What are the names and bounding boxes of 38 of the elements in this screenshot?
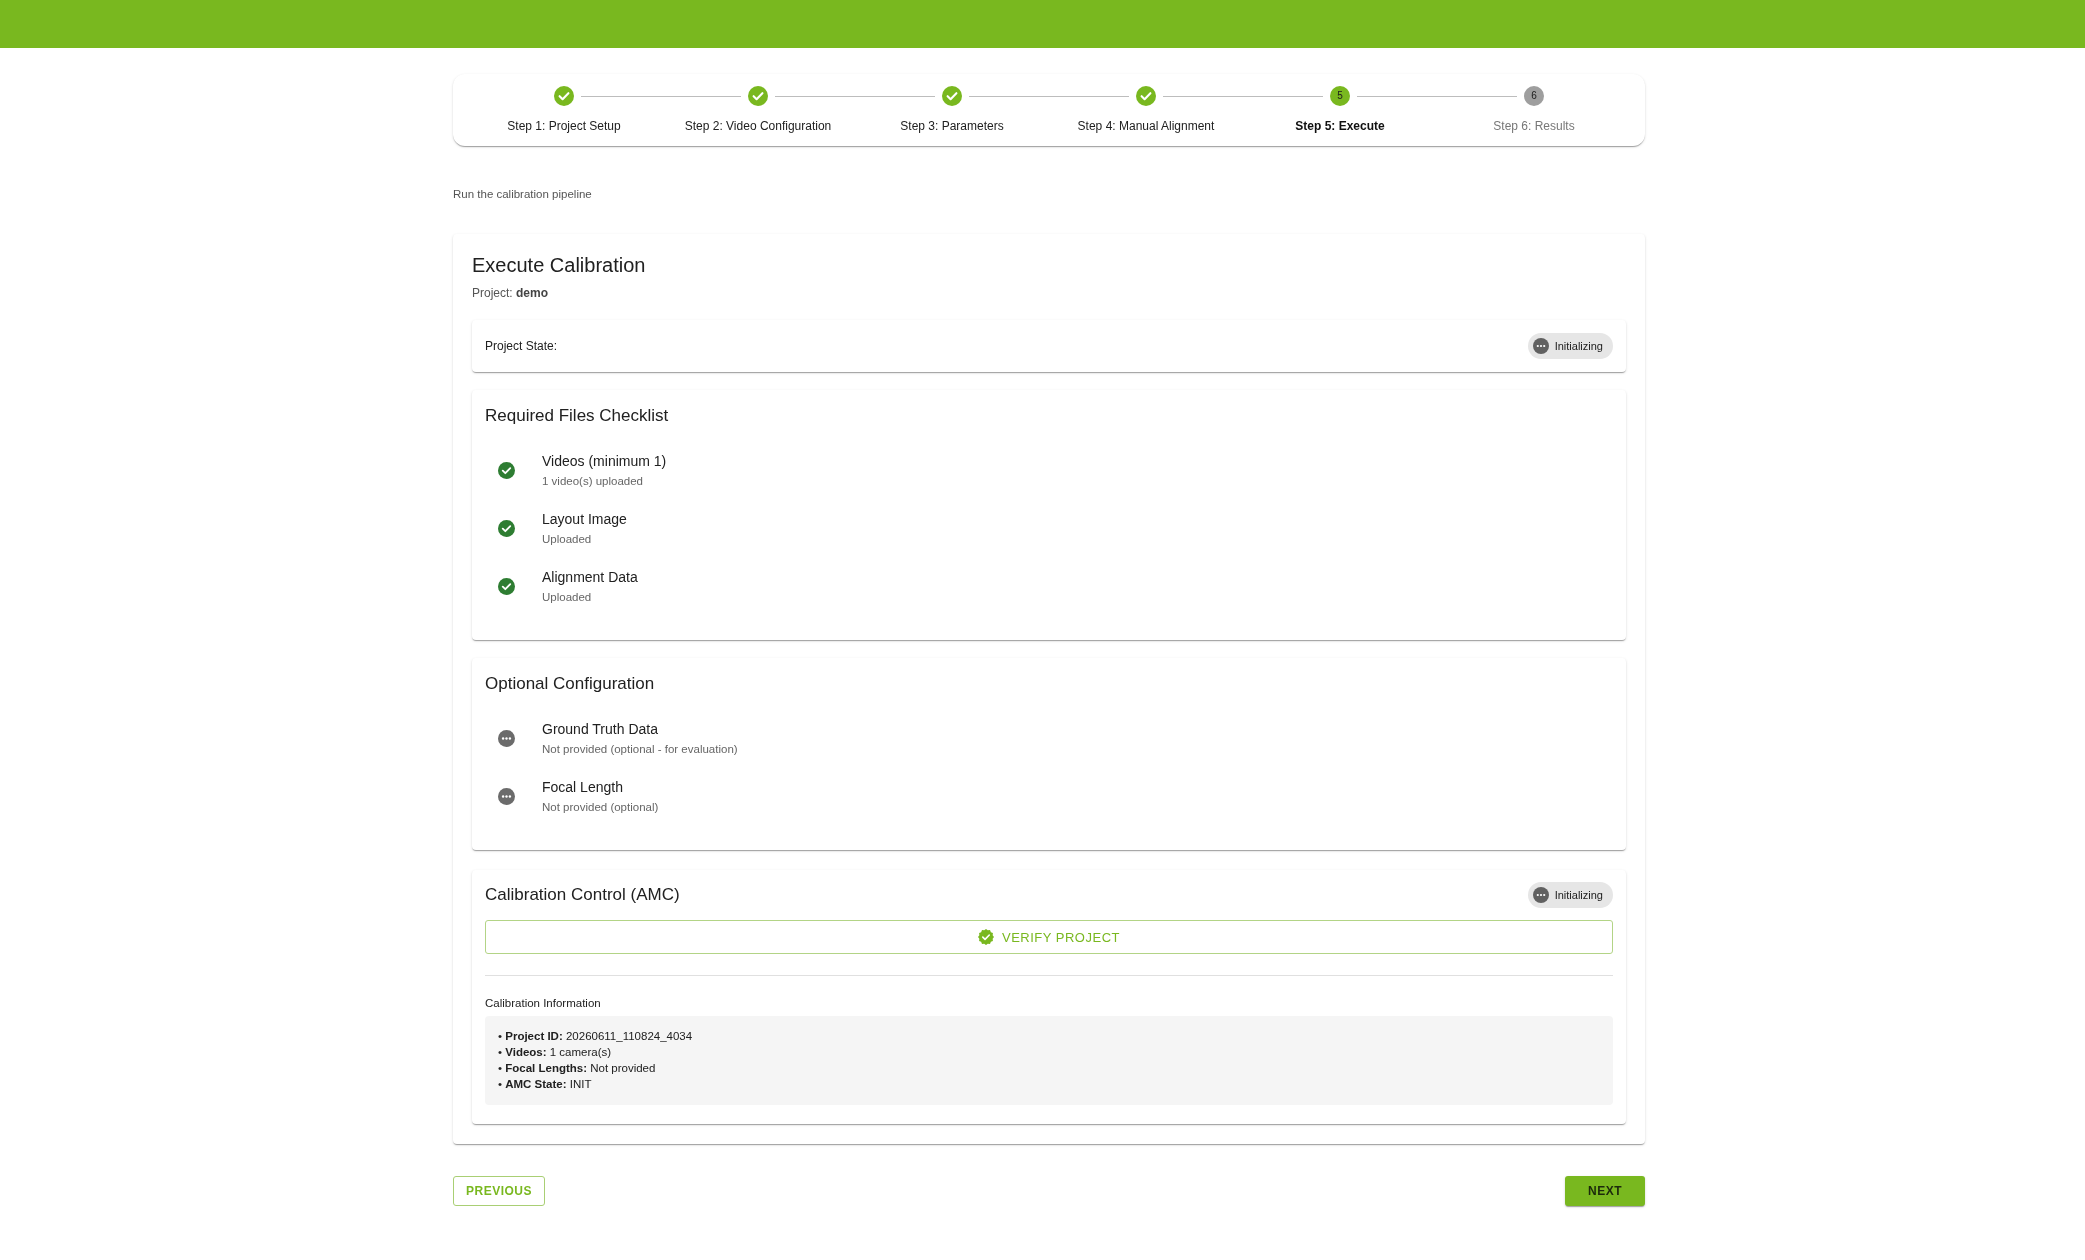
item-detail: 1 video(s) uploaded bbox=[542, 473, 643, 489]
page-subtitle: Run the calibration pipeline bbox=[453, 187, 592, 202]
item-name: Videos (minimum 1) bbox=[542, 451, 667, 471]
step-label: Step 3: Parameters bbox=[900, 118, 1004, 134]
verify-project-button[interactable]: VERIFY PROJECT bbox=[485, 920, 1613, 954]
previous-button[interactable]: PREVIOUS bbox=[453, 1176, 545, 1206]
item-detail: Uploaded bbox=[542, 589, 592, 605]
step-number: 6 bbox=[1524, 86, 1544, 106]
state-label: Project State: bbox=[485, 339, 558, 353]
item-name: Layout Image bbox=[542, 509, 627, 529]
chip-label: Initializing bbox=[1554, 889, 1603, 901]
more-dots-icon bbox=[1532, 887, 1549, 903]
info-line: • Focal Lengths: Not provided bbox=[498, 1061, 656, 1076]
item-detail: Uploaded bbox=[542, 531, 592, 547]
section-title: Optional Configuration bbox=[485, 673, 655, 695]
info-line: • AMC State: INIT bbox=[498, 1077, 592, 1092]
chip-label: Initializing bbox=[1554, 340, 1603, 352]
item-name: Focal Length bbox=[542, 777, 623, 797]
step-label: Step 1: Project Setup bbox=[507, 118, 621, 134]
item-detail: Not provided (optional) bbox=[542, 799, 659, 815]
step-label: Step 6: Results bbox=[1493, 118, 1575, 134]
item-name: Ground Truth Data bbox=[542, 719, 658, 739]
info-heading: Calibration Information bbox=[485, 996, 601, 1011]
card-title: Execute Calibration bbox=[472, 253, 646, 278]
item-detail: Not provided (optional - for evaluation) bbox=[542, 741, 738, 757]
item-name: Alignment Data bbox=[542, 567, 638, 587]
section-title: Calibration Control (AMC) bbox=[485, 884, 680, 906]
next-button[interactable]: NEXT bbox=[1565, 1176, 1645, 1206]
step-number: 5 bbox=[1330, 86, 1350, 106]
info-line: • Project ID: 20260611_110824_4034 bbox=[498, 1029, 693, 1044]
more-dots-icon bbox=[1532, 338, 1549, 354]
section-title: Required Files Checklist bbox=[485, 405, 669, 427]
step-label: Step 5: Execute bbox=[1295, 118, 1385, 134]
badge-check-icon bbox=[978, 929, 994, 945]
project-name-text: Project: demo bbox=[472, 285, 549, 301]
step-label: Step 4: Manual Alignment bbox=[1077, 118, 1215, 134]
info-line: • Videos: 1 camera(s) bbox=[498, 1045, 612, 1060]
step-label: Step 2: Video Configuration bbox=[684, 118, 832, 134]
